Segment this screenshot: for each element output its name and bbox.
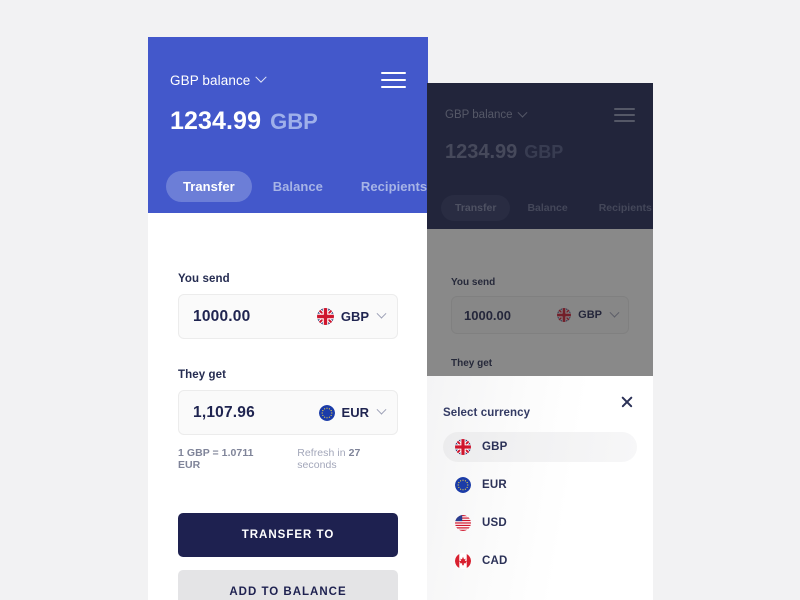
tab-transfer[interactable]: Transfer [166,171,252,202]
cad-flag-icon [455,553,471,569]
chevron-down-icon [255,71,268,83]
they-get-currency-code: EUR [341,405,369,420]
exchange-rate-text: 1 GBP = 1.0711 EUR [178,447,274,471]
eur-flag-icon [318,404,335,421]
chevron-down-icon [376,404,387,415]
secondary-balance-amount-value: 1234.99 [445,141,518,163]
currency-option-list: GBP EUR USD CAD [443,432,637,576]
you-send-field[interactable]: 1000.00 GBP [178,294,398,339]
secondary-you-send-label: You send [451,277,496,288]
chevron-down-icon [609,307,620,318]
eur-flag-icon [455,477,471,493]
secondary-phone-screen: GBP balance 1234.99 GBP Transfer Balance… [427,83,653,600]
secondary-tab-bar: Transfer Balance Recipients Che [441,195,653,221]
you-send-amount-input[interactable]: 1000.00 [193,308,250,326]
they-get-amount-input[interactable]: 1,107.96 [193,404,255,422]
they-get-label: They get [178,369,227,381]
currency-option-label: USD [482,517,507,529]
exchange-rate-value: 1 GBP = 1.0711 EUR [178,447,254,471]
balance-amount: 1234.99 GBP [170,107,318,136]
secondary-you-send-field[interactable]: 1000.00 GBP [451,296,629,334]
close-icon[interactable] [619,394,635,410]
hamburger-menu-icon[interactable] [614,108,635,122]
currency-option-label: GBP [482,441,508,453]
transfer-to-button[interactable]: TRANSFER TO [178,513,398,557]
gbp-flag-icon [455,439,471,455]
chevron-down-icon [517,107,528,118]
balance-selector-label: GBP balance [170,72,251,88]
secondary-you-send-amount-input[interactable]: 1000.00 [464,308,511,323]
they-get-field[interactable]: 1,107.96 EUR [178,390,398,435]
secondary-balance-amount: 1234.99 GBP [445,141,563,164]
primary-phone-screen: GBP balance 1234.99 GBP Transfer Balance… [148,37,428,600]
refresh-suffix: seconds [297,459,337,471]
hamburger-menu-icon[interactable] [381,71,406,89]
currency-option-usd[interactable]: USD [443,508,637,538]
tab-balance[interactable]: Balance [256,171,340,202]
they-get-currency-picker[interactable]: EUR [318,404,387,421]
you-send-currency-code: GBP [340,309,369,324]
secondary-header-top-row: GBP balance [445,107,635,122]
gbp-flag-icon [316,308,334,325]
secondary-they-get-label: They get [451,358,493,369]
currency-option-label: EUR [482,479,507,491]
refresh-seconds: 27 [348,447,361,459]
add-to-balance-button[interactable]: ADD TO BALANCE [178,570,398,600]
balance-amount-currency: GBP [270,109,318,134]
rate-info-row: 1 GBP = 1.0711 EUR Refresh in 27 seconds [178,447,398,471]
currency-option-label: CAD [482,555,508,567]
select-currency-sheet: Select currency GBP EUR USD CAD [427,376,653,600]
currency-option-cad[interactable]: CAD [443,546,637,576]
secondary-tab-transfer[interactable]: Transfer [441,195,511,221]
refresh-countdown: Refresh in 27 seconds [297,447,398,471]
secondary-you-send-currency-code: GBP [578,309,602,321]
secondary-balance-amount-currency: GBP [524,142,564,162]
usd-flag-icon [455,515,471,531]
secondary-header: GBP balance 1234.99 GBP Transfer Balance… [427,83,653,229]
app-canvas: GBP balance 1234.99 GBP Transfer Balance… [0,0,800,600]
tab-recipients[interactable]: Recipients [344,171,428,202]
chevron-down-icon [376,308,387,319]
secondary-tab-recipients[interactable]: Recipients [585,195,653,221]
currency-option-eur[interactable]: EUR [443,470,637,500]
refresh-prefix: Refresh in [297,447,349,459]
secondary-balance-selector-label: GBP balance [445,109,513,121]
primary-header: GBP balance 1234.99 GBP Transfer Balance… [148,37,428,213]
secondary-tab-balance[interactable]: Balance [513,195,581,221]
secondary-you-send-currency-picker[interactable]: GBP [557,307,620,322]
secondary-balance-selector[interactable]: GBP balance [445,107,528,121]
you-send-currency-picker[interactable]: GBP [316,308,387,325]
currency-option-gbp[interactable]: GBP [443,432,637,462]
balance-selector[interactable]: GBP balance [170,71,268,88]
balance-amount-value: 1234.99 [170,107,262,135]
gbp-flag-icon [557,308,572,322]
sheet-header: Select currency [443,394,637,428]
primary-header-top-row: GBP balance [170,67,406,93]
primary-tab-bar: Transfer Balance Recipients Che [166,171,428,202]
sheet-title: Select currency [443,407,531,419]
transfer-form: You send 1000.00 GBP They get 1,107.96 E… [148,213,428,600]
you-send-label: You send [178,273,230,285]
